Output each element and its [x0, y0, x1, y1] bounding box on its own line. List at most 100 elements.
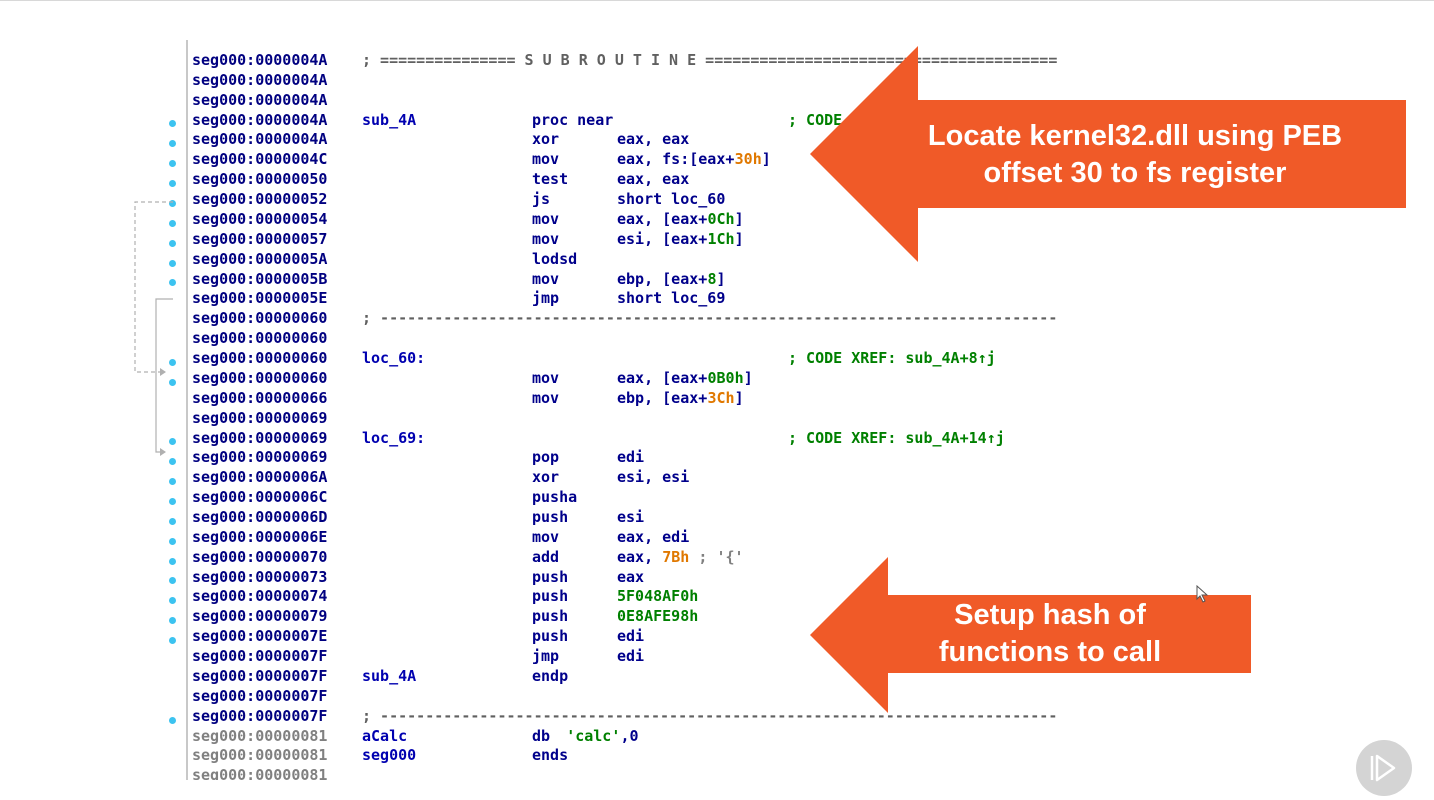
line-operand-tail: ]	[734, 388, 744, 407]
line-operand: eax	[617, 567, 645, 586]
listing-line[interactable]: seg000:00000060	[192, 328, 1182, 348]
callout-peb-line2: offset 30 to fs register	[983, 157, 1287, 189]
line-address: seg000:00000079	[192, 607, 328, 626]
line-mnemonic: xor	[532, 468, 560, 487]
line-address: seg000:00000060	[192, 368, 328, 387]
breakpoint-dot[interactable]	[169, 637, 176, 645]
line-address: seg000:0000006C	[192, 488, 328, 507]
listing-line[interactable]: seg000:0000005B mov ebp, [eax+ 8]	[192, 269, 1182, 289]
line-operand-tail: ]	[743, 368, 753, 387]
line-mnemonic: xor	[532, 130, 560, 149]
breakpoint-dot[interactable]	[169, 478, 176, 486]
line-mnemonic: mov	[532, 229, 560, 248]
line-operand: eax, [eax+	[617, 209, 708, 228]
listing-line[interactable]: seg000:00000081	[192, 765, 1182, 780]
line-mnemonic: pusha	[532, 488, 578, 507]
listing-line[interactable]: seg000:00000069 pop edi	[192, 447, 1182, 467]
line-operand: short loc_69	[617, 289, 726, 308]
line-address: seg000:0000004A	[192, 51, 328, 69]
line-address: seg000:0000007F	[192, 706, 328, 725]
line-mnemonic: mov	[532, 150, 560, 169]
line-mnemonic: add	[532, 547, 560, 566]
breakpoint-dot[interactable]	[169, 517, 176, 525]
line-mnemonic: js	[532, 190, 551, 209]
line-number: 3Ch	[707, 388, 735, 407]
line-number: 1Ch	[707, 229, 735, 248]
breakpoint-dot[interactable]	[169, 716, 176, 724]
play-button[interactable]	[1356, 740, 1412, 796]
line-operand: eax, fs:[eax+	[617, 150, 735, 169]
breakpoint-dot[interactable]	[169, 597, 176, 605]
line-operand: eax, eax	[617, 170, 690, 189]
line-mnemonic: ends	[532, 746, 569, 765]
line-number: 5F048AF0h	[617, 587, 699, 606]
listing-line[interactable]: seg000:00000069	[192, 408, 1182, 428]
line-operand-tail: ,0	[620, 726, 639, 745]
breakpoint-dot[interactable]	[169, 537, 176, 545]
breakpoint-dot[interactable]	[169, 140, 176, 148]
breakpoint-dot[interactable]	[169, 577, 176, 585]
line-address: seg000:0000007E	[192, 627, 328, 646]
line-address: seg000:0000007F	[192, 686, 328, 705]
listing-line[interactable]: seg000:00000060 mov eax, [eax+ 0B0h]	[192, 368, 1182, 388]
line-number: 8	[707, 269, 717, 288]
line-operand: edi	[617, 647, 645, 666]
line-mnemonic: push	[532, 607, 569, 626]
line-mnemonic: db	[532, 726, 551, 745]
line-address: seg000:00000054	[192, 209, 328, 228]
breakpoint-dot[interactable]	[169, 160, 176, 168]
line-label: loc_60:	[362, 349, 426, 368]
breakpoint-dot[interactable]	[169, 557, 176, 565]
line-address: seg000:00000066	[192, 388, 328, 407]
separator-text: ; --------------------------------------…	[362, 309, 1058, 328]
listing-line[interactable]: seg000:0000006E mov eax, edi	[192, 527, 1182, 547]
line-mnemonic: jmp	[532, 289, 560, 308]
line-address: seg000:0000006D	[192, 508, 328, 526]
breakpoint-dot[interactable]	[169, 498, 176, 505]
line-mnemonic: endp	[532, 666, 569, 685]
listing-line[interactable]: seg000:00000066 mov ebp, [eax+ 3Ch]	[192, 388, 1182, 408]
line-number: 0Ch	[707, 209, 735, 228]
line-label: seg000	[362, 746, 417, 765]
line-address: seg000:00000069	[192, 428, 328, 447]
listing-line[interactable]: seg000:00000060 loc_60: ; CODE XREF: sub_4…	[192, 348, 1182, 368]
listing-line[interactable]: seg000:00000069 loc_69: ; CODE XREF: sub_4…	[192, 428, 1182, 448]
line-mnemonic: push	[532, 627, 569, 646]
line-label: sub_4A	[362, 110, 417, 129]
line-mnemonic: push	[532, 508, 569, 526]
line-operand: edi	[617, 448, 645, 467]
callout-hash-line2: functions to call	[938, 636, 1162, 668]
line-label: loc_69:	[362, 428, 426, 447]
line-address: seg000:0000004C	[192, 150, 328, 169]
line-mnemonic: mov	[532, 269, 560, 288]
line-address: seg000:00000069	[192, 408, 328, 427]
line-operand: esi	[617, 508, 645, 526]
listing-line[interactable]: seg000:00000081 seg000 ends	[192, 745, 1182, 765]
line-mnemonic: mov	[532, 209, 560, 228]
listing-line[interactable]: seg000:0000006C pusha	[192, 487, 1182, 507]
line-address: seg000:00000070	[192, 547, 328, 566]
breakpoint-dot[interactable]	[169, 120, 176, 128]
line-address: seg000:0000004A	[192, 110, 328, 129]
line-number: 7Bh	[662, 547, 690, 566]
breakpoint-dot[interactable]	[169, 180, 176, 188]
listing-line[interactable]: seg000:00000060 ; -----------------------…	[192, 308, 1182, 328]
line-mnemonic: lodsd	[532, 249, 578, 268]
listing-line[interactable]: seg000:0000006D push esi	[192, 507, 1182, 527]
line-address: seg000:0000005A	[192, 249, 328, 268]
listing-line[interactable]: seg000:0000005E jmp short loc_69	[192, 288, 1182, 308]
listing-line[interactable]: seg000:00000081 aCalc db 'calc' ,0	[192, 726, 1182, 746]
line-address: seg000:00000074	[192, 587, 328, 606]
flow-arrows	[134, 201, 173, 456]
line-operand: eax, [eax+	[617, 368, 708, 387]
line-comment: ; CODE XREF: sub_4A+8↑j	[788, 349, 996, 368]
line-address: seg000:0000007F	[192, 647, 328, 666]
line-address: seg000:0000006E	[192, 527, 328, 546]
line-address: seg000:00000069	[192, 448, 328, 467]
line-operand: eax, eax	[617, 130, 690, 149]
line-address: seg000:0000006A	[192, 468, 328, 487]
line-address: seg000:00000060	[192, 329, 328, 348]
breakpoint-dot[interactable]	[169, 617, 176, 625]
listing-line[interactable]: seg000:0000006A xor esi, esi	[192, 467, 1182, 487]
line-address: seg000:00000081	[192, 726, 328, 745]
